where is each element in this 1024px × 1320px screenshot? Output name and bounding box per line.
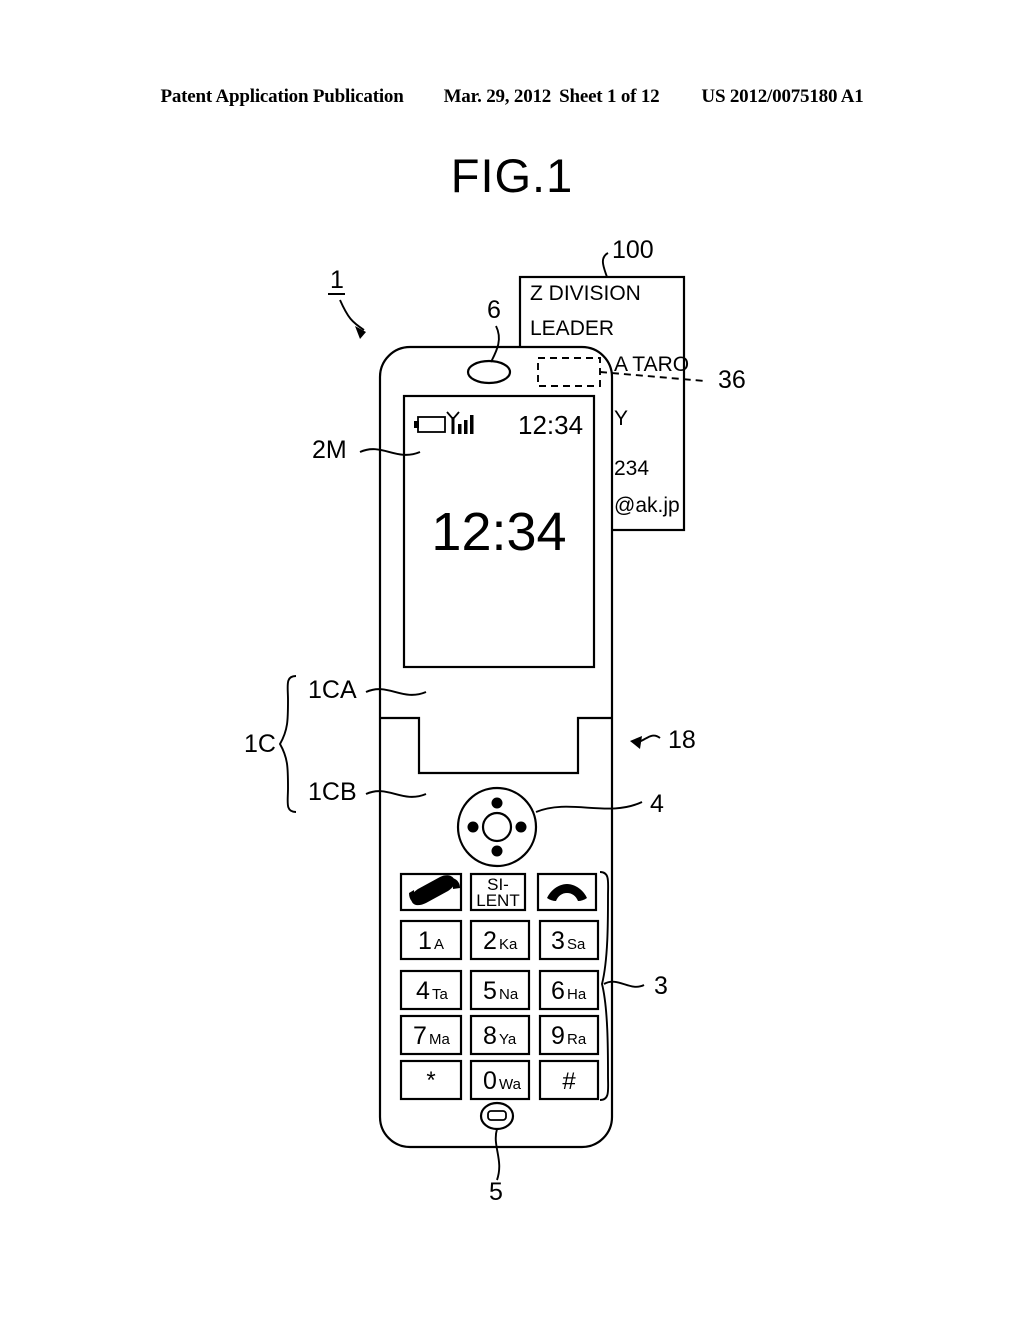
ref-18-hinge: 18 [630, 726, 696, 754]
key-2[interactable]: 2 Ka [469, 919, 531, 961]
call-key[interactable] [399, 872, 463, 912]
figure-drawing: Z DIVISION LEADER A TARO Y 234 @ak.jp 12… [244, 236, 746, 1206]
clock-display: 12:34 [431, 502, 566, 562]
key-8-digit: 8 [483, 1022, 497, 1050]
ref-1-device: 1 [328, 266, 366, 339]
card-line-3: A TARO [614, 353, 689, 376]
key-0-digit: 0 [483, 1067, 497, 1095]
ref-label-1: 1 [330, 266, 344, 294]
key-1-kana: A [434, 936, 444, 953]
card-line-4: Y [614, 407, 628, 430]
key-4-kana: Ta [432, 986, 449, 1003]
key-1[interactable]: 1 A [399, 919, 463, 961]
number-keypad[interactable]: 1 A 2 Ka 3 Sa 4 Ta 5 Na 6 Ha 7 Ma 8 Ya 9… [399, 919, 600, 1101]
ref-1C-housing: 1C [244, 675, 297, 813]
ref-label-3: 3 [654, 972, 668, 1000]
key-9-kana: Ra [567, 1031, 587, 1048]
card-line-2: LEADER [530, 317, 614, 340]
ref-label-6: 6 [487, 296, 501, 324]
nav-key-down-dot[interactable] [491, 845, 503, 857]
ref-label-5: 5 [489, 1178, 503, 1206]
key-3-digit: 3 [551, 927, 565, 955]
nav-key-right-dot[interactable] [515, 821, 527, 833]
function-key-row[interactable]: SI- LENT [399, 872, 598, 912]
key-8[interactable]: 8 Ya [469, 1014, 531, 1056]
key-5-kana: Na [499, 986, 519, 1003]
key-hash[interactable]: # [538, 1059, 600, 1101]
key-0[interactable]: 0 Wa [469, 1059, 531, 1101]
ref-label-18: 18 [668, 726, 696, 754]
nav-key-up-dot[interactable] [491, 797, 503, 809]
key-9-digit: 9 [551, 1022, 565, 1050]
ref-label-36: 36 [718, 366, 746, 394]
key-6-digit: 6 [551, 977, 565, 1005]
key-5[interactable]: 5 Na [469, 969, 531, 1011]
key-7[interactable]: 7 Ma [399, 1014, 463, 1056]
silent-key-label-line2: LENT [476, 891, 519, 910]
key-3[interactable]: 3 Sa [538, 919, 600, 961]
bottom-key[interactable] [479, 1101, 515, 1131]
key-9[interactable]: 9 Ra [538, 1014, 600, 1056]
status-bar-time: 12:34 [518, 410, 583, 440]
key-star-symbol: * [426, 1067, 435, 1094]
key-4[interactable]: 4 Ta [399, 969, 463, 1011]
card-line-6: @ak.jp [614, 494, 680, 517]
earpiece [466, 359, 512, 385]
key-hash-symbol: # [562, 1068, 576, 1095]
card-line-1: Z DIVISION [530, 282, 641, 305]
key-star[interactable]: * [399, 1059, 463, 1101]
ref-label-4: 4 [650, 790, 664, 818]
key-4-digit: 4 [416, 977, 430, 1005]
ref-label-2M: 2M [312, 436, 347, 464]
key-8-kana: Ya [499, 1031, 517, 1048]
key-2-digit: 2 [483, 927, 497, 955]
ref-label-100: 100 [612, 236, 654, 264]
key-7-kana: Ma [429, 1031, 450, 1048]
key-2-kana: Ka [499, 936, 518, 953]
key-6[interactable]: 6 Ha [538, 969, 600, 1011]
display-screen: 12:34 12:34 [402, 394, 596, 669]
battery-icon [414, 416, 446, 433]
nav-key[interactable] [456, 786, 538, 868]
key-7-digit: 7 [413, 1022, 427, 1050]
key-3-kana: Sa [567, 936, 586, 953]
key-5-digit: 5 [483, 977, 497, 1005]
ref-100-card: 100 [601, 236, 654, 278]
nav-key-left-dot[interactable] [467, 821, 479, 833]
key-0-kana: Wa [499, 1076, 522, 1093]
end-call-key[interactable] [536, 872, 598, 912]
card-line-5: 234 [614, 457, 649, 480]
key-6-kana: Ha [567, 986, 587, 1003]
key-1-digit: 1 [418, 927, 432, 955]
silent-key[interactable]: SI- LENT [469, 872, 527, 912]
ref-label-1C: 1C [244, 730, 276, 758]
ref-label-1CA: 1CA [308, 676, 357, 704]
ref-label-1CB: 1CB [308, 778, 357, 806]
